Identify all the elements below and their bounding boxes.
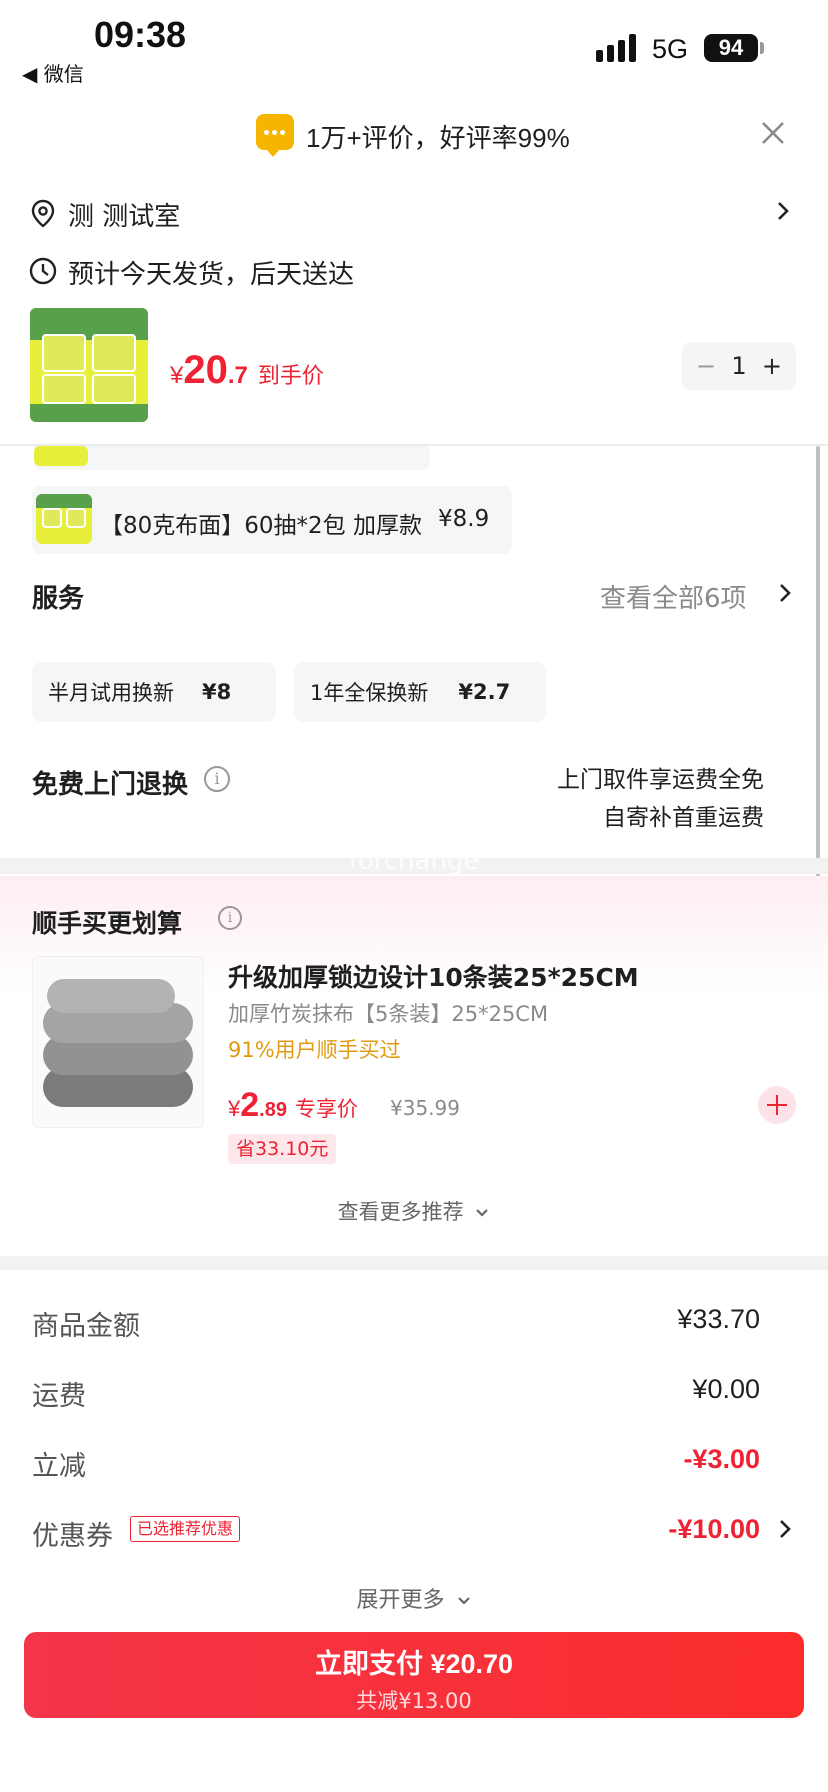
sku-thumbnail <box>36 494 92 544</box>
sku-option-clipped[interactable] <box>34 446 430 470</box>
recommend-product-name[interactable]: 升级加厚锁边设计10条装25*25CM <box>228 958 639 994</box>
goods-amount-value: ¥33.70 <box>677 1304 760 1334</box>
view-more-recommend-link[interactable]: 查看更多推荐 <box>0 1196 828 1226</box>
free-return-title: 免费上门退换 <box>32 770 189 800</box>
services-title: 服务 <box>32 584 85 614</box>
status-time: 09:38 <box>94 14 187 55</box>
pay-now-button[interactable]: 立即支付 ¥20.70 共减¥13.00 <box>24 1632 804 1718</box>
clock-icon <box>29 257 57 285</box>
discount-value: -¥3.00 <box>683 1444 760 1474</box>
recommend-product-spec: 加厚竹炭抹布【5条装】25*25CM <box>228 1002 549 1026</box>
sku-option-label: 【80克布面】60抽*2包 加厚款 <box>100 513 422 539</box>
recommend-savings-badge: 省33.10元 <box>228 1134 337 1164</box>
info-icon[interactable]: i <box>204 766 230 792</box>
increase-quantity-button[interactable]: + <box>762 352 782 380</box>
review-summary: 1万+评价，好评率99% <box>306 123 570 153</box>
delivery-estimate: 预计今天发货，后天送达 <box>68 260 355 290</box>
return-desc-line1: 上门取件享运费全免 <box>557 767 764 793</box>
chevron-down-icon <box>457 1597 470 1605</box>
network-type: 5G <box>652 34 689 64</box>
battery-indicator: 94 <box>704 34 758 62</box>
discount-label: 立减 <box>32 1451 86 1482</box>
view-all-services-link[interactable]: 查看全部6项 <box>600 578 747 615</box>
recommend-product-image[interactable] <box>32 956 204 1128</box>
recommend-price: ¥2.89 专享价 <box>228 1086 358 1124</box>
coupon-value[interactable]: -¥10.00 <box>668 1514 760 1545</box>
signal-icon <box>596 34 640 62</box>
decrease-quantity-button[interactable]: − <box>696 352 716 380</box>
chevron-right-icon[interactable] <box>774 582 796 604</box>
return-desc-line2: 自寄补首重运费 <box>603 805 764 831</box>
final-price: ¥20.7 到手价 <box>170 348 324 392</box>
sku-thumbnail-clipped <box>34 446 88 466</box>
service-option-one-year[interactable]: 1年全保换新 ¥2.7 <box>294 662 546 722</box>
goods-amount-label: 商品金额 <box>32 1311 140 1342</box>
shipping-label: 运费 <box>32 1381 86 1412</box>
shipping-value: ¥0.00 <box>692 1374 760 1404</box>
close-icon[interactable] <box>758 118 788 148</box>
expand-more-link[interactable]: 展开更多 <box>0 1582 828 1614</box>
address-text[interactable]: 测 测试室 <box>68 196 180 233</box>
chevron-right-icon[interactable] <box>772 200 794 222</box>
location-pin-icon <box>31 199 55 228</box>
pay-now-label: 立即支付 ¥20.70 <box>314 1649 514 1679</box>
chevron-down-icon <box>476 1209 489 1217</box>
add-recommend-button[interactable] <box>758 1086 796 1124</box>
coupon-selected-badge: 已选推荐优惠 <box>130 1516 241 1542</box>
recommend-bought-rate: 91%用户顺手买过 <box>228 1038 401 1062</box>
product-thumbnail[interactable] <box>30 308 148 422</box>
quantity-value: 1 <box>731 352 747 380</box>
recommend-original-price: ¥35.99 <box>390 1096 460 1120</box>
chat-bubble-icon <box>256 114 294 157</box>
info-icon[interactable]: i <box>218 906 242 930</box>
watermark: forchange <box>348 846 480 876</box>
coupon-label[interactable]: 优惠券 <box>32 1514 113 1553</box>
service-option-half-month[interactable]: 半月试用换新 ¥8 <box>32 662 276 722</box>
back-to-wechat-link[interactable]: ◀ 微信 <box>22 58 84 87</box>
section-separator <box>0 1256 828 1270</box>
chevron-right-icon[interactable] <box>774 1518 796 1540</box>
quantity-stepper[interactable]: − 1 + <box>682 342 796 390</box>
pay-total-saving: 共减¥13.00 <box>356 1689 472 1713</box>
recommend-title: 顺手买更划算 <box>32 909 183 938</box>
sku-option-price: ¥8.9 <box>438 506 490 532</box>
battery-tip <box>760 42 764 54</box>
